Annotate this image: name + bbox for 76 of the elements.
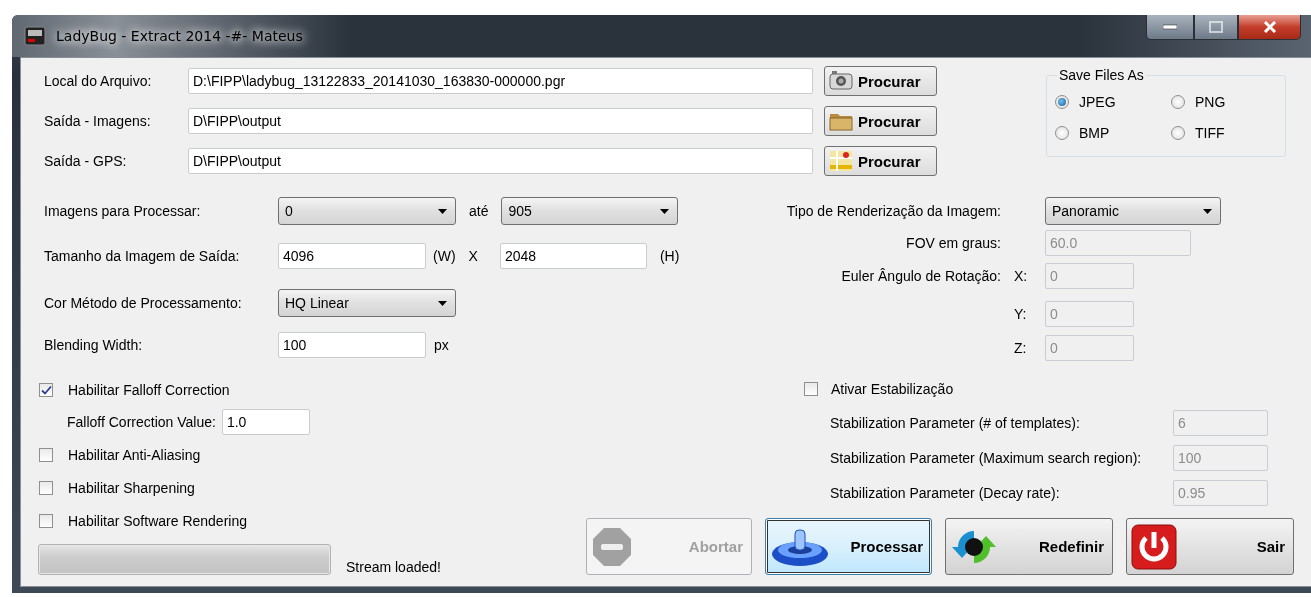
field-label: Stabilization Parameter (Decay rate): xyxy=(830,484,1061,501)
close-icon xyxy=(1262,21,1277,33)
checkbox-label[interactable]: Habilitar Falloff Correction xyxy=(68,381,230,398)
unit-label: (H) xyxy=(659,248,680,264)
radio-button[interactable] xyxy=(1055,126,1069,140)
camera-icon xyxy=(829,69,853,93)
radio-label[interactable]: TIFF xyxy=(1195,125,1225,141)
times-label: X xyxy=(468,248,478,264)
field-label: Saída - GPS: xyxy=(44,153,128,169)
field-label: Tamanho da Imagem de Saída: xyxy=(44,248,241,264)
stop-icon xyxy=(591,525,633,568)
checkbox[interactable] xyxy=(39,513,53,528)
radio-button[interactable] xyxy=(1055,95,1069,109)
radio-button[interactable] xyxy=(1171,95,1185,109)
checkbox[interactable] xyxy=(39,447,53,462)
field-label: Blending Width: xyxy=(44,337,144,353)
checkbox[interactable] xyxy=(39,382,53,397)
text-field[interactable]: 100 xyxy=(278,332,426,358)
unit-label: (W) xyxy=(433,248,456,264)
dropdown[interactable]: Panoramic xyxy=(1045,197,1221,225)
axis-label: X: xyxy=(1014,268,1028,284)
minimize-icon xyxy=(1163,24,1177,30)
field-label: Saída - Imagens: xyxy=(44,113,152,129)
radio-label[interactable]: PNG xyxy=(1195,94,1226,110)
checkbox-label[interactable]: Ativar Estabilização xyxy=(831,381,954,397)
radio-label[interactable]: BMP xyxy=(1079,125,1110,141)
dropdown[interactable]: 905 xyxy=(501,197,679,225)
field-label: Tipo de Renderização da Imagem: xyxy=(785,203,1001,219)
path-field[interactable]: D\FIPP\output xyxy=(188,148,813,174)
action-button[interactable]: Processar xyxy=(765,518,932,575)
caret-icon xyxy=(438,300,447,306)
field-label: Stabilization Parameter (Maximum search region): xyxy=(830,449,1143,466)
radio-label[interactable]: JPEG xyxy=(1079,94,1116,110)
field-label: Cor Método de Processamento: xyxy=(44,295,243,311)
close-button[interactable] xyxy=(1238,15,1301,40)
map-icon xyxy=(829,149,853,173)
separator-label: até xyxy=(469,203,489,219)
field-label: Euler Ângulo de Rotação: xyxy=(840,268,1001,284)
power-icon xyxy=(1131,523,1177,570)
field-label: Stabilization Parameter (# of templates): xyxy=(830,414,1081,431)
browse-button[interactable]: Procurar xyxy=(824,106,937,136)
status-text: Stream loaded! xyxy=(346,558,441,575)
field-label: FOV em graus: xyxy=(905,235,1001,251)
checkbox[interactable] xyxy=(39,480,53,495)
maximize-button[interactable] xyxy=(1194,15,1238,40)
checkbox[interactable] xyxy=(804,382,818,396)
field-label: Local do Arquivo: xyxy=(44,73,153,89)
minimize-button[interactable] xyxy=(1146,15,1194,40)
path-field[interactable]: D\FIPP\output xyxy=(188,108,813,134)
caret-icon xyxy=(660,208,670,214)
app-icon xyxy=(24,26,46,46)
browse-button[interactable]: Procurar xyxy=(824,146,937,176)
window-title: LadyBug - Extract 2014 -#- Mateus xyxy=(56,28,303,44)
text-field[interactable]: 1.0 xyxy=(221,409,310,435)
field-label: Imagens para Processar: xyxy=(44,203,202,219)
caret-icon xyxy=(438,208,447,214)
text-field[interactable]: 2048 xyxy=(499,243,647,269)
check-icon xyxy=(40,384,52,395)
group-title: Save Files As xyxy=(1058,67,1145,83)
dropdown[interactable]: HQ Linear xyxy=(278,289,456,317)
action-button[interactable]: Sair xyxy=(1126,518,1294,575)
radio-button[interactable] xyxy=(1171,126,1185,140)
action-button[interactable]: Redefinir xyxy=(945,518,1113,575)
axis-label: Z: xyxy=(1014,340,1027,356)
path-field[interactable]: D:\FIPP\ladybug_13122833_20141030_163830-000000.pgr xyxy=(188,68,813,94)
checkbox-label[interactable]: Habilitar Anti-Aliasing xyxy=(68,446,201,463)
caret-icon xyxy=(1203,208,1212,214)
dropdown[interactable]: 0 xyxy=(278,197,456,225)
text-field[interactable]: 4096 xyxy=(278,243,426,269)
checkbox-label[interactable]: Habilitar Sharpening xyxy=(68,479,195,496)
unit-label: px xyxy=(434,337,449,353)
checkbox-label[interactable]: Habilitar Software Rendering xyxy=(68,512,247,529)
maximize-icon xyxy=(1209,21,1223,33)
axis-label: Y: xyxy=(1014,306,1027,322)
field-label: Falloff Correction Value: xyxy=(67,414,216,430)
browse-button[interactable]: Procurar xyxy=(824,66,937,96)
